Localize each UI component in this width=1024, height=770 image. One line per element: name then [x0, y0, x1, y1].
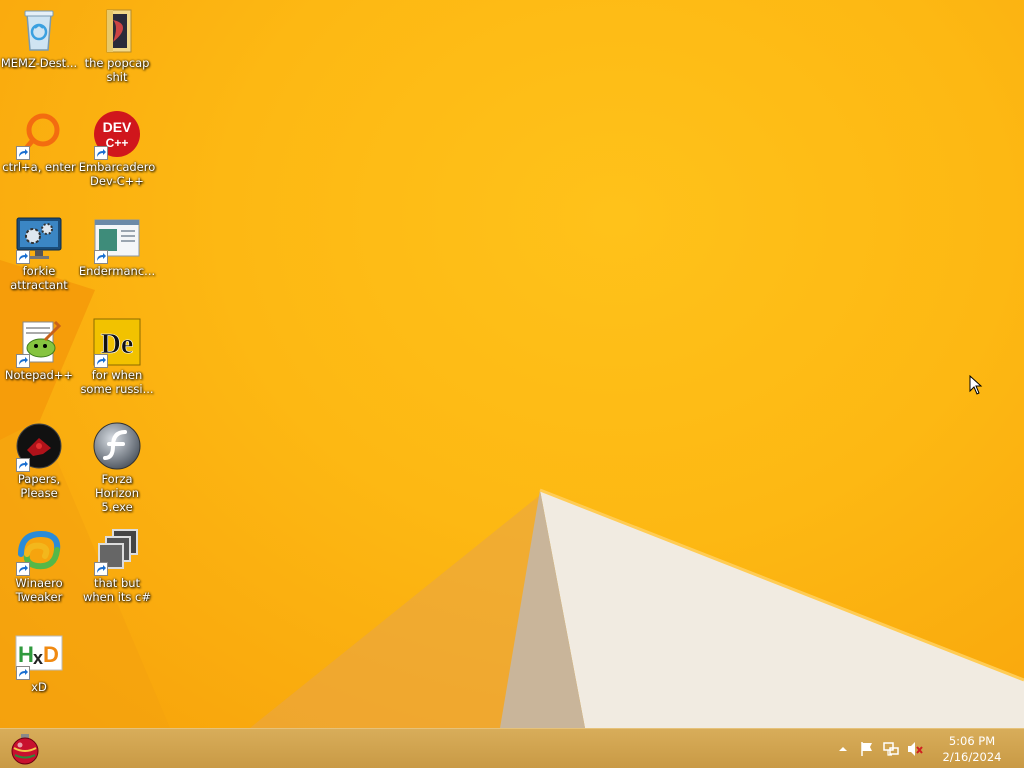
window-app-icon: [93, 214, 141, 264]
shortcut-arrow-icon: [16, 562, 30, 576]
hxd-icon: H x D: [15, 630, 63, 680]
shortcut-arrow-icon: [16, 354, 30, 368]
desktop-icon-papers-please[interactable]: Papers, Please: [0, 422, 78, 500]
recycle-bin-icon: [15, 6, 63, 54]
desktop-icon-label: Embarcadero Dev-C++: [78, 160, 156, 188]
desktop-icon-label: that but when its c#: [82, 576, 152, 604]
monitor-gears-icon: [15, 214, 63, 264]
clock-date: 2/16/2024: [942, 750, 1002, 764]
desktop-icon-label: Papers, Please: [17, 472, 61, 500]
shortcut-arrow-icon: [94, 250, 108, 264]
start-button[interactable]: [8, 732, 42, 766]
shortcut-arrow-icon: [94, 146, 108, 160]
desktop-icon-label: the popcap shit: [84, 56, 150, 84]
svg-text:C++: C++: [106, 136, 129, 150]
desktop-icon-dev-cpp[interactable]: DEV C++ Embarcadero Dev-C++: [78, 110, 156, 188]
mouse-pointer-icon: [969, 374, 983, 399]
svg-text:x: x: [33, 648, 43, 668]
desktop-icon-label: ctrl+a, enter: [2, 160, 76, 174]
desktop-icon-csharp[interactable]: that but when its c#: [78, 526, 156, 604]
volume-muted-icon[interactable]: [906, 740, 924, 758]
action-center-flag-icon[interactable]: [858, 740, 876, 758]
folder-icon: [93, 6, 141, 54]
taskbar-clock[interactable]: 5:06 PM 2/16/2024: [936, 733, 1008, 765]
desktop-icon-xd[interactable]: H x D xD: [0, 630, 78, 694]
taskbar: 5:06 PM 2/16/2024: [0, 728, 1024, 768]
show-hidden-icons-button[interactable]: [834, 740, 852, 758]
shortcut-arrow-icon: [94, 354, 108, 368]
notepadpp-icon: [15, 318, 63, 368]
shortcut-arrow-icon: [16, 666, 30, 680]
christmas-ornament-icon: [11, 734, 39, 765]
desktop-icon-russian[interactable]: De for when some russi...: [78, 318, 156, 396]
network-icon[interactable]: [882, 740, 900, 758]
dev-cpp-icon: DEV C++: [93, 110, 141, 160]
desktop-icon-popcap-folder[interactable]: the popcap shit: [78, 6, 156, 84]
de-icon: De: [93, 318, 141, 368]
desktop-icon-label: MEMZ-Dest...: [0, 56, 78, 70]
desktop-icon-memz[interactable]: MEMZ-Dest...: [0, 6, 78, 70]
desktop-icon-label: for when some russi...: [80, 368, 154, 396]
desktop-icon-forkie[interactable]: forkie attractant: [0, 214, 78, 292]
stacked-windows-icon: [93, 526, 141, 576]
desktop-icon-label: xD: [31, 680, 47, 694]
papers-please-icon: [15, 422, 63, 472]
shortcut-arrow-icon: [16, 458, 30, 472]
shortcut-arrow-icon: [94, 562, 108, 576]
shortcut-arrow-icon: [16, 250, 30, 264]
desktop-icon-label: forkie attractant: [10, 264, 68, 292]
desktop-icon-winaero[interactable]: Winaero Tweaker: [0, 526, 78, 604]
flash-icon: [93, 422, 141, 470]
shortcut-arrow-icon: [16, 146, 30, 160]
desktop-icon-forza[interactable]: Forza Horizon 5.exe: [78, 422, 156, 514]
desktop-icon-label: Forza Horizon 5.exe: [95, 472, 139, 514]
desktop-icon-label: Endermanc...: [78, 264, 156, 278]
svg-text:H: H: [18, 642, 34, 667]
desktop-icon-ctrl-a-enter[interactable]: ctrl+a, enter: [0, 110, 78, 174]
svg-text:DEV: DEV: [103, 119, 132, 135]
winaero-icon: [15, 526, 63, 576]
ring-icon: [15, 110, 63, 160]
desktop-icon-notepadpp[interactable]: Notepad++: [0, 318, 78, 382]
clock-time: 5:06 PM: [948, 734, 996, 748]
svg-text:D: D: [43, 642, 59, 667]
desktop-icon-label: Winaero Tweaker: [15, 576, 63, 604]
desktop[interactable]: MEMZ-Dest... the popcap shit ctrl+a, ent…: [0, 0, 1024, 728]
system-tray: [834, 739, 924, 759]
desktop-icon-endermanch[interactable]: Endermanc...: [78, 214, 156, 278]
desktop-icon-label: Notepad++: [4, 368, 74, 382]
